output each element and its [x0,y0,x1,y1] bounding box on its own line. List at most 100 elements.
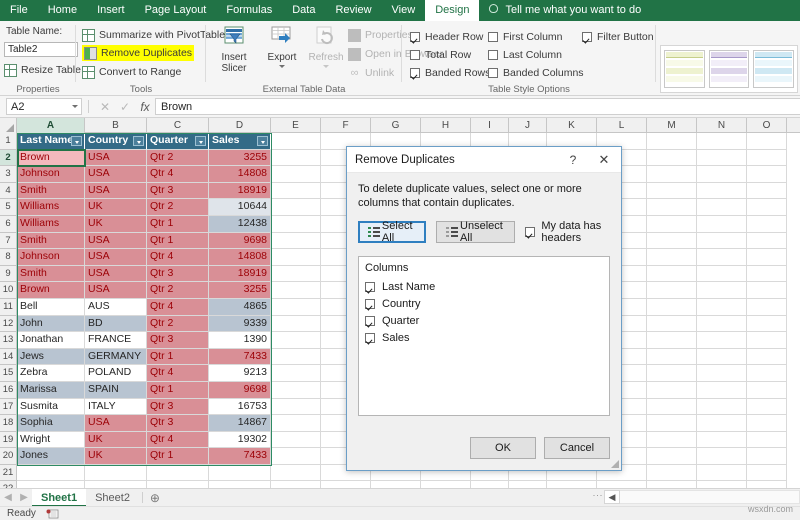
unlink-button[interactable]: ∞ Unlink [348,65,395,81]
table-name-input[interactable]: Table2 [4,42,78,57]
row-header-2[interactable]: 2 [0,149,17,167]
cell-quarter[interactable]: Qtr 3 [147,265,209,283]
cell-last_name[interactable]: Bell [17,298,85,316]
column-header-m[interactable]: M [647,118,697,133]
filter-dropdown-last-name[interactable] [71,136,82,146]
empty-cell[interactable] [697,199,747,216]
sheet-tab-sheet2[interactable]: Sheet2 [86,489,139,507]
cell-country[interactable]: FRANCE [85,332,147,349]
row-header-12[interactable]: 12 [0,315,17,333]
cell-last_name[interactable]: Smith [17,232,85,250]
empty-cell[interactable] [271,315,321,333]
filter-dropdown-country[interactable] [133,136,144,146]
empty-cell[interactable] [747,133,787,150]
scroll-left-button[interactable]: ◀ [604,490,620,504]
empty-cell[interactable] [271,348,321,366]
insert-function-icon[interactable]: fx [135,100,155,114]
cell-last_name[interactable]: Smith [17,265,85,283]
cell-country[interactable]: USA [85,232,147,250]
empty-cell[interactable] [747,232,787,250]
remove-duplicates-button[interactable]: Remove Duplicates [82,45,195,61]
table-style-swatch[interactable] [708,50,750,88]
column-header-k[interactable]: K [547,118,597,133]
empty-cell[interactable] [271,265,321,283]
cell-country[interactable]: USA [85,415,147,432]
cell-quarter[interactable]: Qtr 3 [147,398,209,416]
column-header-l[interactable]: L [597,118,647,133]
empty-cell[interactable] [747,365,787,382]
empty-cell[interactable] [697,348,747,366]
column-checkbox-sales[interactable]: Sales [365,329,603,346]
chevron-down-icon[interactable] [279,65,285,68]
row-header-7[interactable]: 7 [0,232,17,250]
empty-cell[interactable] [747,332,787,349]
formula-input[interactable]: Brown [155,98,800,115]
cell-sales[interactable]: 14867 [209,415,271,432]
row-header-20[interactable]: 20 [0,448,17,465]
empty-cell[interactable] [697,415,747,432]
empty-cell[interactable] [271,282,321,299]
cell-last_name[interactable]: Johnson [17,166,85,183]
close-icon[interactable]: ✕ [593,151,615,169]
empty-cell[interactable] [271,365,321,382]
empty-cell[interactable] [697,298,747,316]
empty-cell[interactable] [747,464,787,482]
empty-cell[interactable] [697,431,747,449]
empty-cell[interactable] [271,298,321,316]
cell-sales[interactable]: 9698 [209,232,271,250]
export-button[interactable]: Export [260,26,304,68]
empty-cell[interactable] [747,265,787,283]
cell-last_name[interactable]: Marissa [17,381,85,399]
cancel-formula-icon[interactable]: ✕ [95,100,115,114]
column-header-j[interactable]: J [509,118,547,133]
row-header-21[interactable]: 21 [0,464,17,482]
empty-cell[interactable] [209,464,271,482]
cell-quarter[interactable]: Qtr 4 [147,365,209,382]
column-header-i[interactable]: I [471,118,509,133]
checkbox-banded-columns[interactable]: Banded Columns [488,65,584,81]
checkbox-header-row[interactable]: Header Row [410,29,483,45]
filter-dropdown-quarter[interactable] [195,136,206,146]
cell-sales[interactable]: 19302 [209,431,271,449]
help-icon[interactable]: ? [565,152,581,168]
empty-cell[interactable] [747,431,787,449]
cell-last_name[interactable]: Sophia [17,415,85,432]
empty-cell[interactable] [747,282,787,299]
empty-cell[interactable] [647,166,697,183]
cell-sales[interactable]: 1390 [209,332,271,349]
cell-last_name[interactable]: Williams [17,199,85,216]
cell-country[interactable]: UK [85,448,147,465]
cell-quarter[interactable]: Qtr 3 [147,415,209,432]
add-sheet-icon[interactable]: ⊕ [146,491,164,505]
column-header-h[interactable]: H [421,118,471,133]
cell-country[interactable]: USA [85,265,147,283]
cell-sales[interactable]: 3255 [209,282,271,299]
tab-review[interactable]: Review [325,0,381,21]
cell-quarter[interactable]: Qtr 3 [147,182,209,200]
tab-insert[interactable]: Insert [87,0,135,21]
table-style-swatch[interactable] [753,50,795,88]
row-header-1[interactable]: 1 [0,133,17,150]
empty-cell[interactable] [271,249,321,266]
cell-country[interactable]: USA [85,249,147,266]
cell-quarter[interactable]: Qtr 1 [147,232,209,250]
cell-quarter[interactable]: Qtr 1 [147,381,209,399]
cell-quarter[interactable]: Qtr 3 [147,332,209,349]
empty-cell[interactable] [747,448,787,465]
table-style-swatch[interactable] [664,50,705,88]
enter-formula-icon[interactable]: ✓ [115,100,135,114]
sheet-tab-sheet1[interactable]: Sheet1 [32,488,87,507]
resize-grip[interactable] [610,459,619,468]
empty-cell[interactable] [647,332,697,349]
chevron-down-icon[interactable] [72,105,78,108]
empty-cell[interactable] [747,149,787,167]
cell-country[interactable]: AUS [85,298,147,316]
cell-last_name[interactable]: Susmita [17,398,85,416]
empty-cell[interactable] [747,348,787,366]
cell-last_name[interactable]: Jonathan [17,332,85,349]
select-all-corner[interactable] [0,118,17,133]
row-header-19[interactable]: 19 [0,431,17,449]
scroll-track[interactable] [620,490,800,504]
insert-slicer-button[interactable]: Insert Slicer [212,26,256,74]
empty-cell[interactable] [747,381,787,399]
